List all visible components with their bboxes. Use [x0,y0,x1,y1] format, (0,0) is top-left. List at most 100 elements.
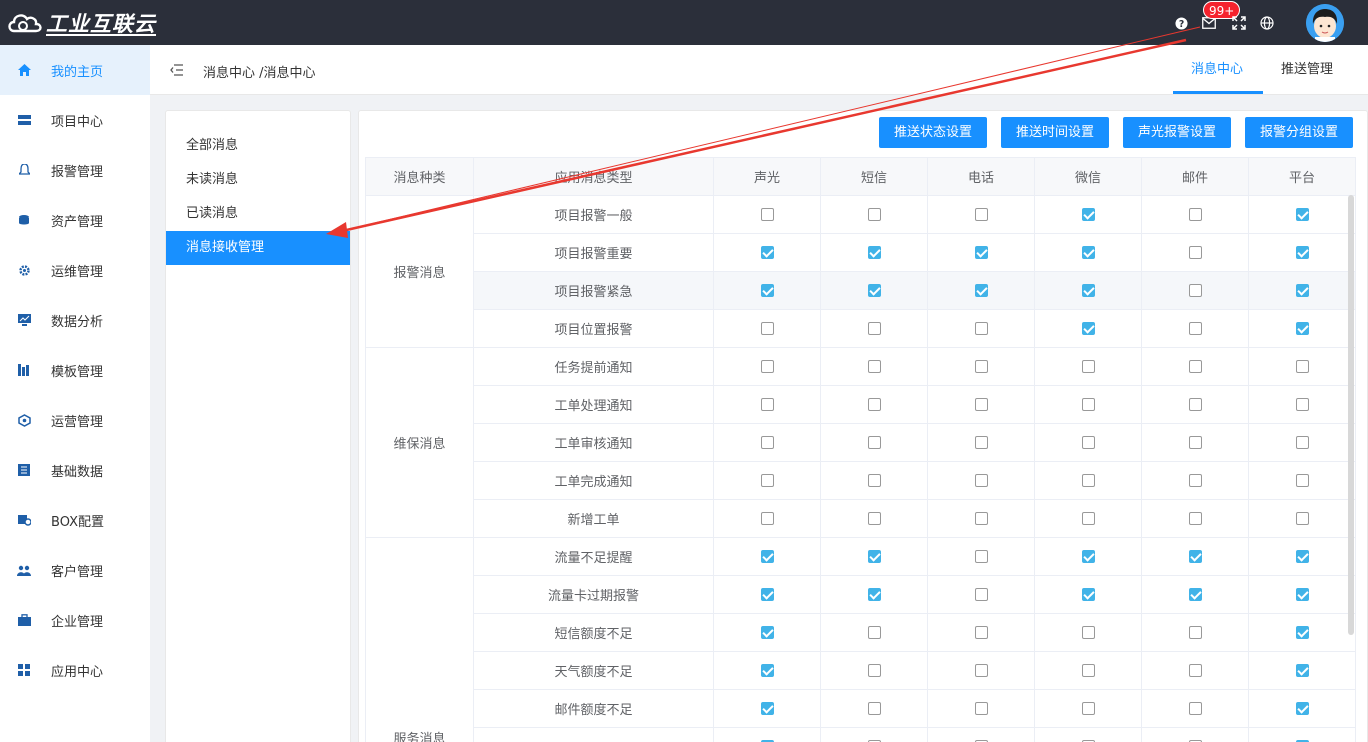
channel-checkbox[interactable] [867,246,881,259]
channel-checkbox[interactable] [1295,322,1309,335]
sidebar-item-3[interactable]: 资产管理 [0,195,150,245]
sidebar-item-4[interactable]: 运维管理 [0,245,150,295]
channel-checkbox[interactable] [1188,284,1202,297]
channel-checkbox[interactable] [974,550,988,563]
channel-checkbox[interactable] [760,436,774,449]
channel-checkbox[interactable] [760,208,774,221]
channel-checkbox[interactable] [1081,284,1095,297]
channel-checkbox[interactable] [867,702,881,715]
channel-checkbox[interactable] [760,284,774,297]
channel-checkbox[interactable] [1295,550,1309,563]
channel-checkbox[interactable] [1295,398,1309,411]
alarm-group-settings-button[interactable]: 报警分组设置 [1245,117,1354,148]
channel-checkbox[interactable] [974,436,988,449]
menu-read-messages[interactable]: 已读消息 [166,197,350,231]
channel-checkbox[interactable] [1188,512,1202,525]
channel-checkbox[interactable] [1081,512,1095,525]
channel-checkbox[interactable] [974,322,988,335]
channel-checkbox[interactable] [760,664,774,677]
channel-checkbox[interactable] [867,322,881,335]
channel-checkbox[interactable] [974,208,988,221]
channel-checkbox[interactable] [1081,436,1095,449]
channel-checkbox[interactable] [867,588,881,601]
channel-checkbox[interactable] [867,208,881,221]
channel-checkbox[interactable] [1188,550,1202,563]
channel-checkbox[interactable] [867,398,881,411]
channel-checkbox[interactable] [1081,322,1095,335]
channel-checkbox[interactable] [974,398,988,411]
channel-checkbox[interactable] [1295,588,1309,601]
channel-checkbox[interactable] [1081,588,1095,601]
channel-checkbox[interactable] [974,512,988,525]
channel-checkbox[interactable] [974,664,988,677]
channel-checkbox[interactable] [1295,284,1309,297]
channel-checkbox[interactable] [867,436,881,449]
sidebar-item-12[interactable]: 应用中心 [0,645,150,695]
channel-checkbox[interactable] [1081,246,1095,259]
sidebar-item-11[interactable]: 企业管理 [0,595,150,645]
sidebar-item-2[interactable]: 报警管理 [0,145,150,195]
channel-checkbox[interactable] [1295,246,1309,259]
channel-checkbox[interactable] [867,512,881,525]
menu-all-messages[interactable]: 全部消息 [166,129,350,163]
channel-checkbox[interactable] [760,626,774,639]
channel-checkbox[interactable] [760,474,774,487]
user-avatar[interactable] [1306,4,1344,42]
channel-checkbox[interactable] [1188,208,1202,221]
channel-checkbox[interactable] [974,284,988,297]
channel-checkbox[interactable] [1188,360,1202,373]
sidebar-item-5[interactable]: 数据分析 [0,295,150,345]
sidebar-item-10[interactable]: 客户管理 [0,545,150,595]
sidebar-item-6[interactable]: 模板管理 [0,345,150,395]
sidebar-item-1[interactable]: 项目中心 [0,95,150,145]
channel-checkbox[interactable] [1188,436,1202,449]
push-time-settings-button[interactable]: 推送时间设置 [1001,117,1110,148]
help-icon[interactable]: ? [1173,15,1189,31]
channel-checkbox[interactable] [1188,702,1202,715]
channel-checkbox[interactable] [1188,664,1202,677]
channel-checkbox[interactable] [974,360,988,373]
channel-checkbox[interactable] [974,474,988,487]
fullscreen-icon[interactable] [1231,15,1247,31]
channel-checkbox[interactable] [1081,550,1095,563]
channel-checkbox[interactable] [1295,664,1309,677]
sidebar-item-9[interactable]: BOX配置 [0,495,150,545]
sidebar-item-7[interactable]: 运营管理 [0,395,150,445]
logo[interactable]: 工业互联云 [6,8,156,38]
push-status-settings-button[interactable]: 推送状态设置 [879,117,988,148]
menu-receive-management[interactable]: 消息接收管理 [166,231,350,265]
channel-checkbox[interactable] [1081,664,1095,677]
channel-checkbox[interactable] [974,588,988,601]
channel-checkbox[interactable] [1295,702,1309,715]
channel-checkbox[interactable] [760,588,774,601]
tab-message-center[interactable]: 消息中心 [1191,58,1243,77]
channel-checkbox[interactable] [867,360,881,373]
channel-checkbox[interactable] [1081,360,1095,373]
channel-checkbox[interactable] [974,702,988,715]
sidebar-item-8[interactable]: 基础数据 [0,445,150,495]
globe-icon[interactable] [1259,15,1275,31]
channel-checkbox[interactable] [867,626,881,639]
menu-fold-icon[interactable] [170,64,184,76]
channel-checkbox[interactable] [760,322,774,335]
channel-checkbox[interactable] [760,398,774,411]
channel-checkbox[interactable] [1295,512,1309,525]
channel-checkbox[interactable] [1295,626,1309,639]
channel-checkbox[interactable] [974,246,988,259]
channel-checkbox[interactable] [760,246,774,259]
channel-checkbox[interactable] [1295,474,1309,487]
sidebar-item-0[interactable]: 我的主页 [0,45,150,95]
channel-checkbox[interactable] [760,550,774,563]
channel-checkbox[interactable] [1188,322,1202,335]
channel-checkbox[interactable] [867,664,881,677]
channel-checkbox[interactable] [1081,208,1095,221]
channel-checkbox[interactable] [1188,474,1202,487]
channel-checkbox[interactable] [760,702,774,715]
channel-checkbox[interactable] [760,360,774,373]
channel-checkbox[interactable] [1081,474,1095,487]
tab-push-management[interactable]: 推送管理 [1281,58,1333,77]
channel-checkbox[interactable] [974,626,988,639]
channel-checkbox[interactable] [760,512,774,525]
channel-checkbox[interactable] [867,474,881,487]
channel-checkbox[interactable] [867,550,881,563]
